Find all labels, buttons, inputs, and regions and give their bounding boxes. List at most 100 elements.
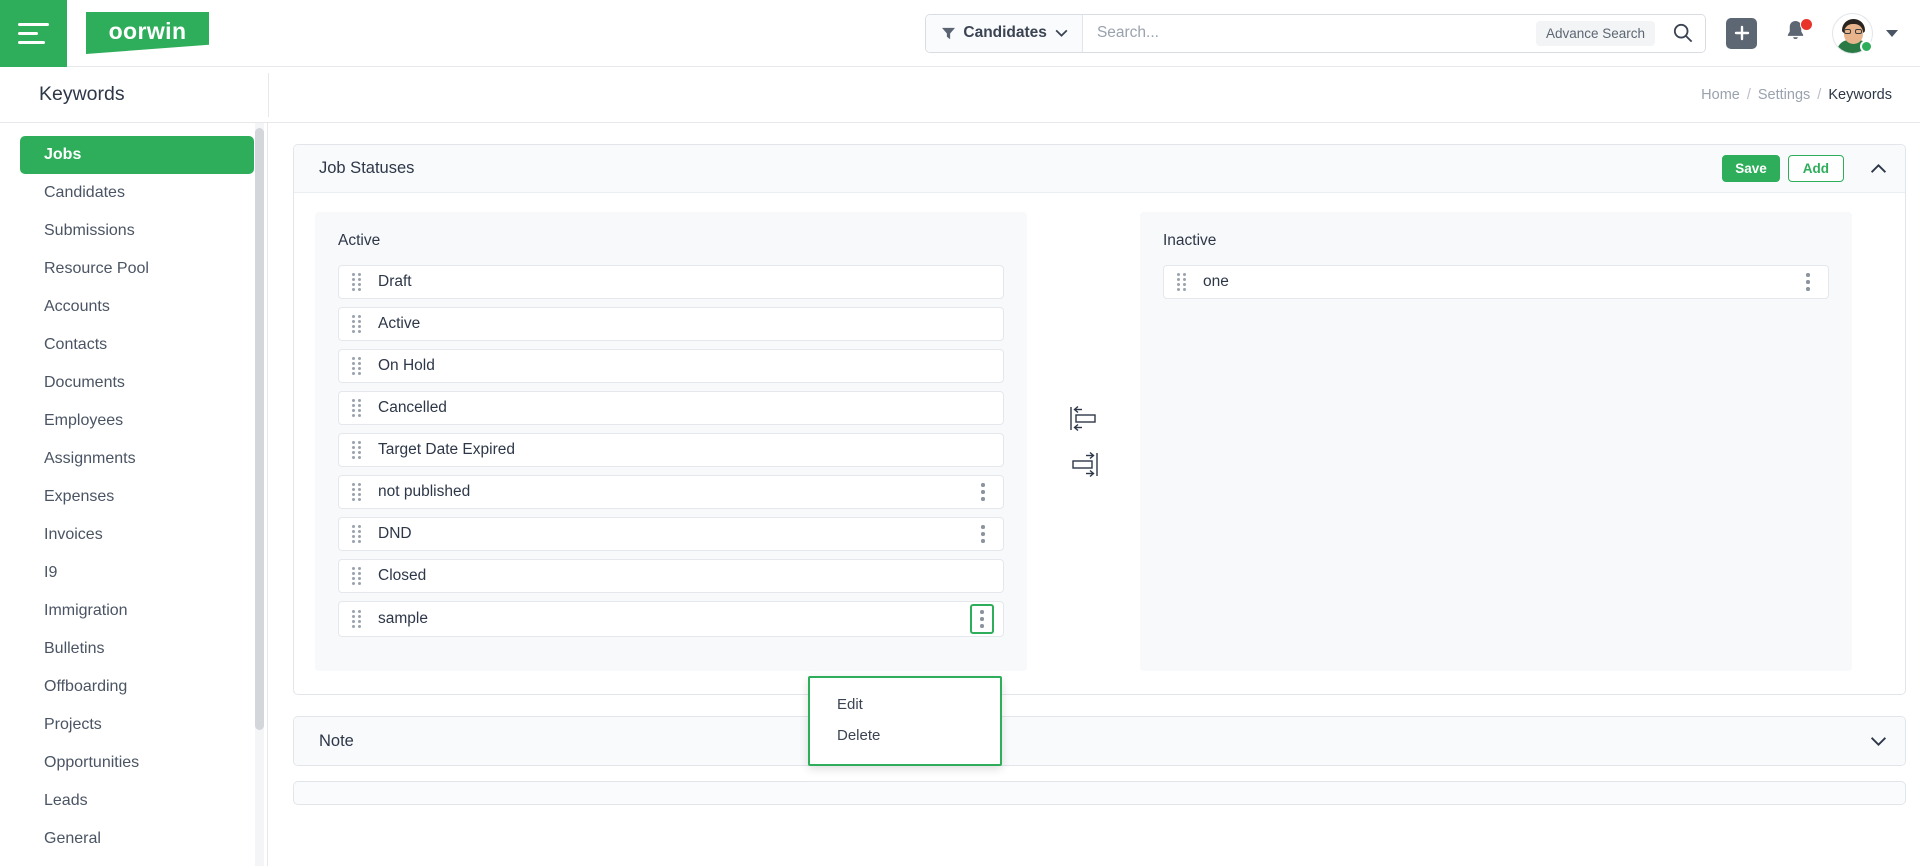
sidebar-item-employees[interactable]: Employees [20,402,254,440]
sidebar-item-resource-pool[interactable]: Resource Pool [20,250,254,288]
expand-note-button[interactable] [1868,731,1888,751]
chevron-down-icon [1870,736,1886,746]
note-card-header[interactable]: Note [294,717,1905,765]
sidebar-item-i9[interactable]: I9 [20,554,254,592]
profile-caret-down-icon[interactable] [1886,29,1898,37]
sidebar-item-label: Candidates [44,184,125,201]
collapse-job-statuses-button[interactable] [1868,159,1888,179]
sidebar-item-jobs[interactable]: Jobs [20,136,254,174]
drag-handle-icon[interactable] [352,483,363,501]
drag-handle-icon[interactable] [352,567,363,585]
row-context-menu: Edit Delete [808,676,1002,766]
context-menu-item-edit[interactable]: Edit [810,689,1000,720]
sidebar-item-label: General [44,830,101,847]
status-row[interactable]: Draft [338,265,1004,299]
sidebar-item-opportunities[interactable]: Opportunities [20,744,254,782]
sidebar-item-general[interactable]: General [20,820,254,858]
status-row[interactable]: not published [338,475,1004,509]
search-cluster: Candidates Advance Search [925,0,1920,66]
move-to-inactive-icon[interactable] [1069,451,1099,478]
note-card: Note [293,716,1906,766]
online-status-dot [1860,39,1873,53]
sidebar-item-documents[interactable]: Documents [20,364,254,402]
status-row[interactable]: sample [338,601,1004,637]
status-label: DND [378,525,412,542]
row-menu-button[interactable] [972,521,994,547]
main-content: Job Statuses Save Add Active Draft Active… [269,123,1920,866]
subheader-divider [268,73,269,117]
sidebar-scrollbar-thumb[interactable] [255,128,264,730]
search-filter-dropdown[interactable]: Candidates [926,14,1083,52]
sidebar-item-immigration[interactable]: Immigration [20,592,254,630]
sidebar-item-projects[interactable]: Projects [20,706,254,744]
status-row[interactable]: Closed [338,559,1004,593]
drag-handle-icon[interactable] [352,357,363,375]
status-row[interactable]: Cancelled [338,391,1004,425]
search-submit-button[interactable] [1661,14,1705,52]
avatar[interactable] [1832,12,1873,54]
status-row[interactable]: Active [338,307,1004,341]
row-menu-button[interactable] [1797,269,1819,295]
drag-handle-icon[interactable] [352,315,363,333]
move-to-active-icon[interactable] [1069,405,1099,432]
add-new-button[interactable] [1726,17,1757,49]
status-row[interactable]: On Hold [338,349,1004,383]
sidebar-item-submissions[interactable]: Submissions [20,212,254,250]
row-menu-button[interactable] [970,604,994,634]
sidebar-item-invoices[interactable]: Invoices [20,516,254,554]
search-input[interactable] [1082,14,1536,52]
sidebar-item-contacts[interactable]: Contacts [20,326,254,364]
save-button[interactable]: Save [1722,155,1780,182]
drag-handle-icon[interactable] [352,610,363,628]
breadcrumb-item-settings[interactable]: Settings [1758,87,1810,103]
sidebar-item-assignments[interactable]: Assignments [20,440,254,478]
sidebar-item-label: Immigration [44,602,128,619]
sidebar-item-candidates[interactable]: Candidates [20,174,254,212]
drag-handle-icon[interactable] [352,399,363,417]
sidebar-item-label: Documents [44,374,125,391]
drag-handle-icon[interactable] [1177,273,1188,291]
oorwin-logo[interactable]: oorwin [86,12,209,54]
drag-handle-icon[interactable] [352,525,363,543]
sidebar-item-bulletins[interactable]: Bulletins [20,630,254,668]
sidebar-item-label: Employees [44,412,124,429]
drag-handle-icon[interactable] [352,441,363,459]
sidebar-item-offboarding[interactable]: Offboarding [20,668,254,706]
sidebar-item-label: Bulletins [44,640,105,657]
context-menu-item-delete[interactable]: Delete [810,720,1000,751]
active-status-list: Draft Active On Hold Cancelled Target Date E… [338,265,1004,637]
add-button[interactable]: Add [1787,155,1844,182]
hamburger-menu-button[interactable] [0,0,67,67]
inactive-panel-title: Inactive [1163,232,1217,249]
sub-header: Keywords Home / Settings / Keywords [0,67,1920,123]
status-row[interactable]: one [1163,265,1829,299]
job-statuses-title: Job Statuses [319,159,415,177]
breadcrumb-separator: / [1746,86,1751,103]
page-title: Keywords [39,83,125,105]
status-label: On Hold [378,357,435,374]
drag-handle-icon[interactable] [352,273,363,291]
breadcrumb-separator: / [1817,86,1822,103]
status-label: Active [378,315,421,332]
status-row[interactable]: Target Date Expired [338,433,1004,467]
next-section-card [293,781,1906,805]
sidebar: Jobs Candidates Submissions Resource Pool Ac… [0,123,268,866]
sidebar-item-expenses[interactable]: Expenses [20,478,254,516]
chevron-down-icon [1055,29,1068,37]
row-menu-button[interactable] [972,479,994,505]
status-label: one [1203,273,1229,290]
sidebar-item-leads[interactable]: Leads [20,782,254,820]
transfer-controls [1027,212,1140,671]
notifications-button[interactable] [1784,18,1813,47]
sidebar-item-label: Resource Pool [44,260,149,277]
status-label: sample [378,610,428,627]
breadcrumb-item-home[interactable]: Home [1701,87,1740,103]
status-label: Draft [378,273,412,290]
filter-icon [942,27,956,39]
status-row[interactable]: DND [338,517,1004,551]
sidebar-item-label: I9 [44,564,58,581]
sidebar-item-accounts[interactable]: Accounts [20,288,254,326]
advance-search-button[interactable]: Advance Search [1535,20,1655,46]
job-statuses-header: Job Statuses Save Add [294,145,1905,193]
